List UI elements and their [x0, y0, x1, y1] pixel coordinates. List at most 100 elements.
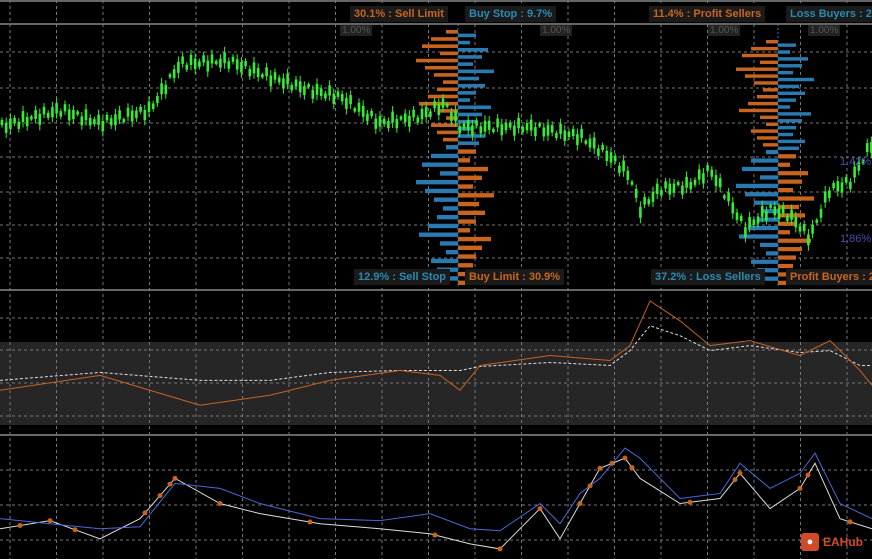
- candle-body: [340, 94, 344, 102]
- histogram-bar: [458, 193, 494, 198]
- candle-body: [769, 204, 772, 208]
- pct-tag: 1.00%: [540, 25, 573, 36]
- histogram-bar: [778, 204, 799, 210]
- candle-body: [601, 144, 604, 151]
- candle-body: [693, 179, 697, 185]
- histogram-bar: [458, 91, 476, 95]
- loss-buyers-label: Loss Buyers : 2: [786, 6, 872, 22]
- candle-body: [361, 105, 365, 117]
- pct-tag: 1.00%: [708, 25, 741, 36]
- candle-body: [647, 199, 651, 205]
- candle-body: [378, 116, 382, 127]
- histogram-bar: [416, 180, 458, 185]
- candle-body: [164, 84, 168, 95]
- candle-body: [399, 116, 403, 120]
- histogram-bar: [778, 98, 796, 102]
- oscillator2-blue-line: [0, 447, 872, 532]
- histogram-bar: [458, 201, 479, 207]
- candle-body: [286, 73, 289, 85]
- candle-body: [198, 61, 201, 67]
- candle-body: [685, 176, 688, 188]
- histogram-bar: [446, 30, 458, 34]
- histogram-bar: [443, 80, 458, 84]
- candle-body: [147, 101, 151, 112]
- histogram-bar: [736, 183, 778, 188]
- histogram-bar: [760, 242, 778, 248]
- candle-body: [660, 190, 663, 196]
- candle-body: [311, 89, 315, 99]
- candle-body: [235, 59, 239, 70]
- candle-body: [172, 69, 176, 79]
- candle-body: [668, 183, 672, 195]
- candle-body: [63, 104, 67, 112]
- candle-body: [67, 109, 71, 121]
- candle-body: [622, 160, 625, 172]
- candle-body: [244, 60, 247, 67]
- candle-body: [765, 210, 768, 221]
- candle-body: [626, 170, 630, 180]
- histogram-bar: [440, 241, 458, 246]
- candle-body: [231, 56, 235, 62]
- candle-body: [567, 131, 571, 137]
- level-high-label: 1.42%: [840, 156, 872, 168]
- histogram-bar: [458, 33, 476, 38]
- histogram-bar: [766, 251, 778, 256]
- histogram-bar: [778, 57, 808, 61]
- candle-body: [525, 123, 529, 131]
- candle-body: [30, 116, 33, 120]
- histogram-bar: [458, 69, 494, 74]
- signal-marker: [307, 519, 313, 525]
- histogram-bar: [778, 171, 808, 176]
- histogram-bar: [745, 192, 778, 197]
- candle-body: [252, 62, 256, 74]
- oscillator-band: [0, 342, 872, 425]
- candle-body: [223, 52, 226, 64]
- histogram-bar: [425, 188, 458, 194]
- histogram-bar: [778, 238, 811, 243]
- candle-body: [21, 111, 25, 123]
- histogram-bar: [458, 210, 485, 215]
- histogram-bar: [760, 115, 778, 120]
- pig-icon: ●: [801, 533, 819, 551]
- candle-body: [269, 75, 273, 87]
- signal-marker: [537, 506, 543, 512]
- candle-body: [429, 111, 432, 117]
- candle-body: [261, 74, 264, 78]
- candle-body: [114, 114, 117, 126]
- candle-body: [13, 117, 16, 124]
- histogram-bar: [428, 223, 458, 229]
- candle-body: [382, 118, 386, 125]
- candle-body: [643, 197, 646, 205]
- candle-body: [240, 62, 243, 73]
- candle-body: [441, 98, 445, 108]
- candle-body: [84, 109, 88, 121]
- candle-body: [51, 107, 54, 118]
- candle-body: [345, 98, 348, 109]
- candle-body: [651, 191, 655, 202]
- histogram-bar: [434, 73, 458, 77]
- candle-body: [702, 173, 705, 184]
- histogram-bar: [778, 125, 796, 130]
- candle-body: [844, 177, 848, 183]
- candle-body: [823, 191, 827, 203]
- histogram-bar: [458, 112, 482, 117]
- trading-chart[interactable]: 30.1% : Sell Limit Buy Stop : 9.7% 11.4%…: [0, 0, 872, 559]
- candle-body: [706, 165, 709, 171]
- candle-body: [609, 152, 613, 163]
- candle-body: [328, 85, 331, 96]
- candle-body: [672, 183, 676, 193]
- candle-body: [634, 188, 638, 198]
- histogram-bar: [440, 51, 458, 56]
- candle-body: [550, 125, 554, 133]
- sell-limit-label: 30.1% : Sell Limit: [350, 6, 448, 22]
- histogram-bar: [742, 166, 778, 172]
- candle-body: [206, 60, 210, 72]
- histogram-bar: [458, 263, 473, 268]
- candle-body: [786, 215, 789, 221]
- eahub-logo: ● EAHub: [801, 533, 863, 551]
- candle-body: [744, 227, 747, 238]
- candle-body: [605, 150, 609, 161]
- histogram-bar: [778, 112, 811, 116]
- candle-body: [500, 124, 504, 136]
- candle-body: [538, 123, 541, 127]
